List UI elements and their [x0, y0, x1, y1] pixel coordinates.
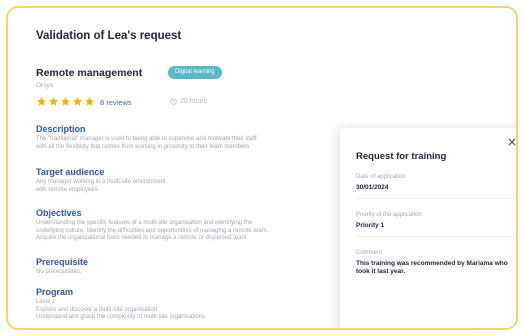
section-text-line: Acquire the organizational tools needed …	[36, 235, 247, 241]
course-provider: Orsys	[36, 82, 53, 89]
close-icon	[508, 138, 516, 146]
request-training-panel: Request for training Date of application…	[340, 128, 516, 328]
description-section: Description The "traditional" manager is…	[36, 124, 336, 151]
field-value: 30/01/2024	[356, 184, 389, 191]
section-title: Objectives	[36, 208, 82, 218]
section-text-line: Level 1	[36, 299, 56, 305]
star-icon	[36, 96, 47, 106]
course-title: Remote management	[36, 67, 143, 79]
validation-card: Validation of Lea's request Remote manag…	[6, 6, 518, 330]
section-text-line: with all the flexibility that comes from…	[36, 143, 250, 150]
duration-text: 20 hours	[180, 98, 208, 105]
program-section: Program Level 1 Explore and discover a m…	[36, 287, 336, 322]
section-text-line: Explore and discover a multi-site organi…	[36, 306, 158, 313]
field-value: Priority 1	[356, 222, 385, 229]
close-button[interactable]	[506, 136, 516, 148]
section-title: Prerequisite	[36, 257, 89, 267]
section-text-line: underlying culture. Identify the difficu…	[36, 227, 269, 234]
section-text-line: Understanding the specific features of a…	[36, 220, 253, 226]
clock-icon	[170, 98, 177, 105]
comment-field: Comment This training was recommended by…	[356, 250, 514, 282]
star-icon	[48, 96, 59, 106]
section-title: Target audience	[36, 167, 105, 177]
panel-title: Request for training	[356, 151, 447, 162]
section-title: Description	[36, 124, 86, 134]
objectives-section: Objectives Understanding the specific fe…	[36, 208, 336, 243]
target-audience-section: Target audience Any manager working in a…	[36, 167, 336, 194]
section-text-line: Understand and grasp the complexity of m…	[36, 314, 206, 320]
star-icon	[84, 96, 95, 106]
field-label: Date of application	[356, 174, 406, 180]
reviews-link[interactable]: 8 reviews	[100, 98, 132, 107]
section-title: Program	[36, 287, 74, 297]
digital-learning-badge: Digital learning	[168, 66, 222, 79]
field-value: This training was recommended by Mariama…	[356, 260, 508, 275]
field-label: Priority of the application	[356, 212, 422, 218]
course-duration: 20 hours	[170, 98, 207, 105]
section-text-line: The "traditional" manager is used to bei…	[36, 136, 257, 142]
date-of-application-field: Date of application 30/01/2024	[356, 174, 514, 199]
section-text-line: Any manager working in a multi-site envi…	[36, 179, 166, 185]
section-text-line: No prerequisites.	[36, 269, 82, 275]
priority-field: Priority of the application Priority 1	[356, 212, 514, 237]
prerequisite-section: Prerequisite No prerequisites.	[36, 257, 336, 277]
section-text-line: with remote employees	[36, 186, 98, 193]
rating-stars	[36, 96, 95, 108]
field-label: Comment	[356, 250, 383, 256]
star-icon	[60, 96, 71, 106]
page-title: Validation of Lea's request	[36, 30, 182, 42]
star-icon	[72, 96, 83, 106]
